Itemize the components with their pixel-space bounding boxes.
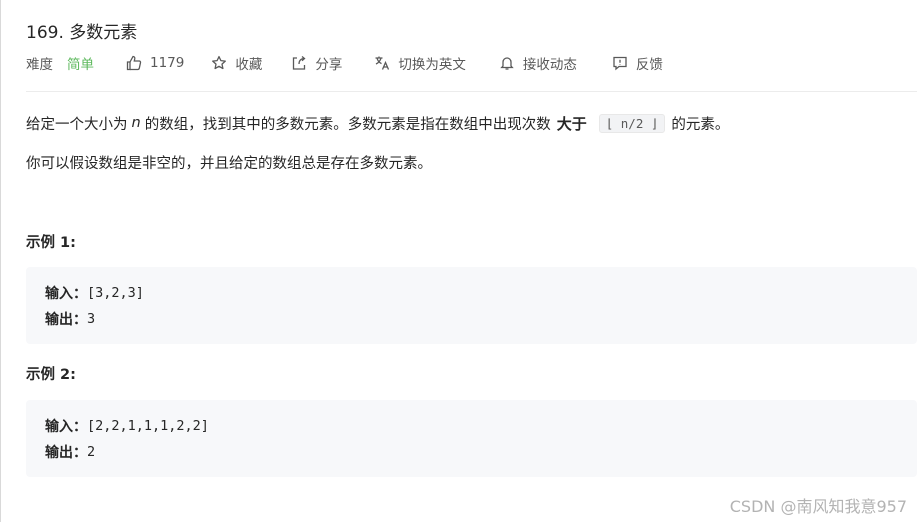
input-label: 输入： [45, 419, 87, 435]
example-output-line: 输出： 3 [45, 309, 95, 329]
desc-emphasis: 大于 [556, 114, 587, 133]
output-label: 输出： [45, 312, 87, 328]
translate-button[interactable]: 切换为英文 [374, 53, 466, 73]
problem-page: 169. 多数元素 难度 简单 1179 收藏 分享 切换为英文 接收动态 反馈… [0, 0, 921, 522]
like-button[interactable]: 1179 [126, 55, 184, 71]
output-label: 输出： [45, 445, 87, 461]
description-line-1: 给定一个大小为 n 的数组，找到其中的多数元素。多数元素是指在数组中出现次数 大… [26, 111, 729, 135]
difficulty-badge: 简单 [67, 57, 94, 73]
translate-icon [375, 56, 390, 70]
feedback-icon [613, 56, 627, 71]
example-2-title: 示例 2: [26, 367, 76, 383]
example-input-line: 输入： [2,2,1,1,1,2,2] [45, 416, 209, 436]
watermark: CSDN @南风知我意957 [729, 497, 907, 516]
output-value: 3 [87, 311, 96, 327]
description-line-2: 你可以假设数组是非空的，并且给定的数组总是存在多数元素。 [26, 155, 432, 172]
input-value: [2,2,1,1,1,2,2] [87, 418, 209, 434]
output-value: 2 [87, 444, 96, 460]
favorite-button[interactable]: 收藏 [211, 53, 262, 73]
star-icon [212, 55, 227, 70]
input-label: 输入： [45, 286, 87, 302]
bell-icon [500, 57, 514, 70]
feedback-label: 反馈 [635, 57, 663, 73]
problem-title: 169. 多数元素 [26, 23, 138, 43]
input-value: [3,2,3] [87, 285, 144, 301]
difficulty-label: 难度 [26, 57, 53, 73]
desc-inline-code: ⌊ n/2 ⌋ [598, 113, 666, 133]
share-label: 分享 [315, 57, 343, 73]
problem-meta-bar: 难度 简单 1179 收藏 分享 切换为英文 接收动态 反馈 [26, 52, 663, 74]
example-input-line: 输入： [3,2,3] [45, 283, 144, 303]
desc-text: 的元素。 [671, 116, 730, 133]
desc-variable: n [131, 115, 141, 131]
example-2-box: 输入： [2,2,1,1,1,2,2] 输出： 2 [26, 400, 917, 477]
notify-label: 接收动态 [522, 57, 577, 73]
share-icon [293, 55, 306, 70]
favorite-label: 收藏 [235, 57, 263, 73]
divider [26, 91, 917, 92]
share-button[interactable]: 分享 [291, 53, 342, 73]
feedback-button[interactable]: 反馈 [612, 53, 663, 73]
desc-text: 的数组，找到其中的多数元素。多数元素是指在数组中出现次数 [144, 116, 551, 133]
thumbs-up-icon [126, 55, 142, 71]
example-1-box: 输入： [3,2,3] 输出： 3 [26, 267, 917, 344]
example-1-title: 示例 1: [26, 235, 76, 251]
translate-label: 切换为英文 [398, 57, 466, 73]
example-output-line: 输出： 2 [45, 442, 95, 462]
like-count: 1179 [150, 55, 185, 71]
notify-button[interactable]: 接收动态 [499, 53, 577, 73]
desc-text: 给定一个大小为 [26, 116, 128, 133]
